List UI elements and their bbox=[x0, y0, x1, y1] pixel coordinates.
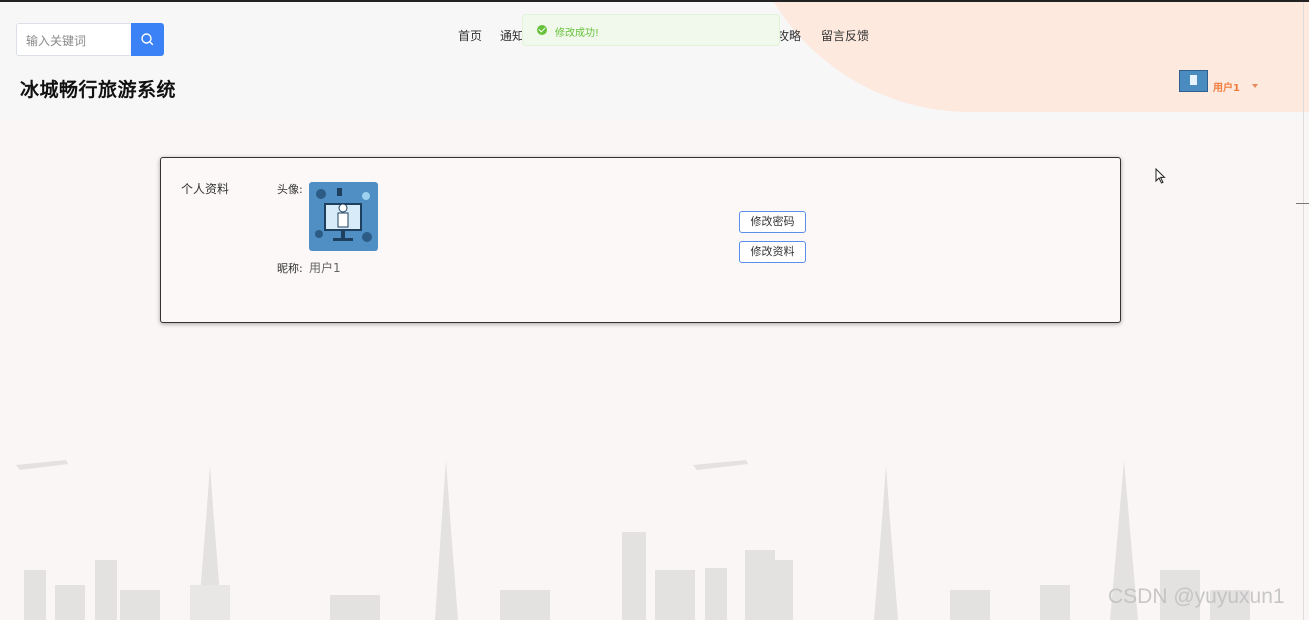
nickname-value: 用户1 bbox=[309, 261, 341, 275]
avatar-label: 头像: bbox=[277, 183, 303, 196]
nav-item-notice[interactable]: 通知 bbox=[500, 27, 524, 44]
search-input[interactable]: 输入关键词 bbox=[16, 23, 130, 56]
search-box: 输入关键词 bbox=[16, 23, 164, 56]
success-toast: 修改成功! bbox=[522, 14, 780, 46]
site-title: 冰城畅行旅游系统 bbox=[20, 79, 177, 101]
search-button[interactable] bbox=[131, 23, 164, 56]
window-edge bbox=[1303, 2, 1304, 620]
toast-message: 修改成功! bbox=[555, 28, 600, 39]
change-password-button[interactable]: 修改密码 bbox=[739, 211, 806, 233]
search-placeholder: 输入关键词 bbox=[26, 34, 87, 48]
window-edge-tick bbox=[1296, 203, 1309, 204]
nav-item-home[interactable]: 首页 bbox=[458, 27, 482, 44]
nav-item-guide[interactable]: 攻略 bbox=[777, 27, 801, 44]
profile-card: 个人资料 头像: 昵称: 用户1 修改密码 修改资料 bbox=[160, 157, 1121, 323]
search-icon bbox=[141, 33, 154, 46]
caret-down-icon[interactable] bbox=[1252, 84, 1258, 88]
user-avatar[interactable] bbox=[1179, 70, 1208, 92]
nickname-label: 昵称: bbox=[277, 262, 303, 275]
edit-profile-button[interactable]: 修改资料 bbox=[739, 241, 806, 263]
check-circle-icon bbox=[537, 25, 547, 35]
mouse-cursor-icon bbox=[1155, 168, 1166, 184]
watermark: CSDN @yuyuxun1 bbox=[1108, 585, 1285, 608]
user-name[interactable]: 用户1 bbox=[1213, 79, 1240, 94]
nav-item-feedback[interactable]: 留言反馈 bbox=[821, 27, 869, 44]
profile-avatar bbox=[309, 182, 378, 251]
profile-section-title: 个人资料 bbox=[181, 182, 230, 196]
header-decoration bbox=[740, 2, 1309, 112]
